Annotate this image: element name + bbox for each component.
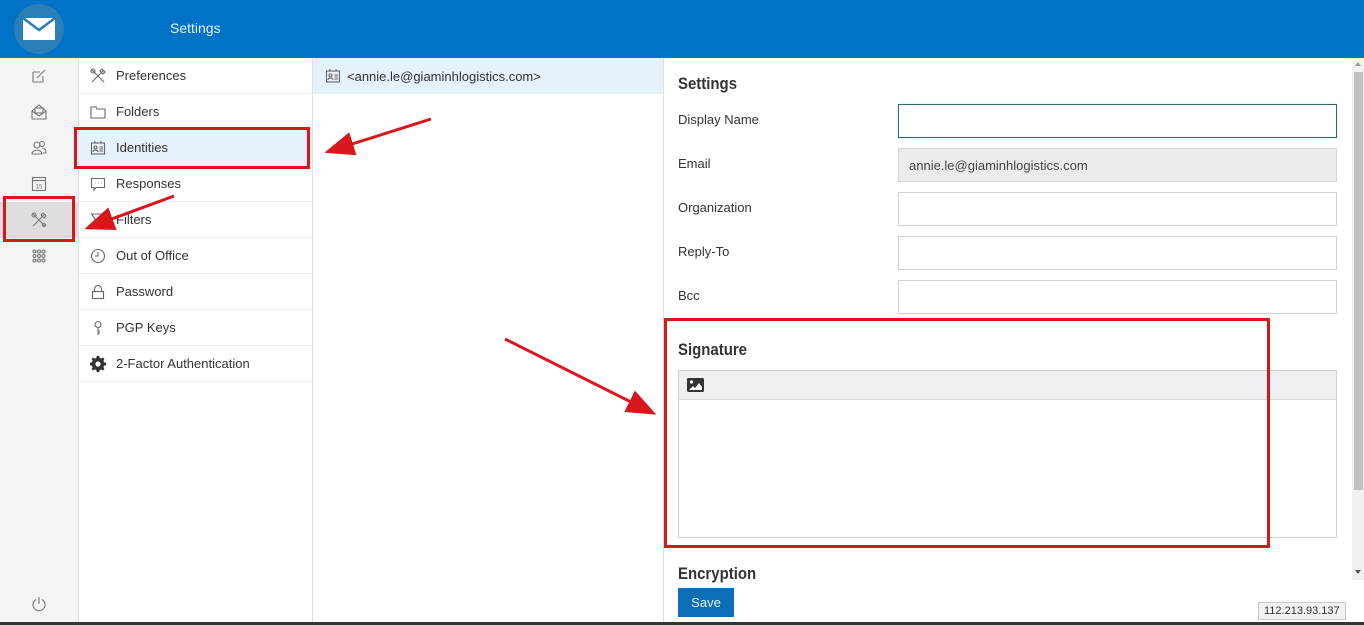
logout-button[interactable] [0,586,78,622]
form-scrollbar[interactable] [1352,58,1364,580]
display-name-label: Display Name [678,112,759,127]
svg-text:15: 15 [36,185,43,191]
app-compose-button[interactable] [0,58,78,94]
identity-label: <annie.le@giaminhlogistics.com> [347,68,541,84]
email-input[interactable] [898,148,1337,182]
calendar-icon: 15 [31,176,47,192]
nav-item-label: Password [116,284,174,299]
nav-item-preferences[interactable]: Preferences [79,58,312,94]
bcc-input[interactable] [898,280,1337,314]
key-icon [89,319,107,337]
compose-icon [32,69,46,83]
id-card-icon [89,139,107,157]
settings-section-title: Settings [678,74,738,93]
save-button[interactable]: Save [678,588,734,617]
insert-image-icon[interactable] [687,378,704,392]
signature-editor [678,370,1337,538]
filter-icon [89,211,107,229]
nav-item-label: Identities [116,140,169,155]
nav-item-2fa[interactable]: 2-Factor Authentication [79,346,312,382]
top-bar: Settings [0,0,1364,58]
app-grid-button[interactable] [0,238,78,274]
email-label: Email [678,156,711,171]
nav-item-label: PGP Keys [116,320,176,335]
nav-item-label: Responses [116,176,182,191]
scroll-thumb[interactable] [1354,72,1363,490]
app-settings-button[interactable] [0,202,78,238]
scroll-up-arrow[interactable] [1355,62,1361,66]
nav-item-label: Folders [116,104,160,119]
app-logo[interactable] [14,4,64,54]
id-card-icon [325,69,341,83]
gear-icon [89,355,107,373]
reply-to-label: Reply-To [678,244,730,259]
organization-input[interactable] [898,192,1337,226]
signature-content[interactable] [679,400,1336,537]
nav-item-pgp-keys[interactable]: PGP Keys [79,310,312,346]
ip-address-badge: 112.213.93.137 [1258,602,1346,620]
comment-icon [89,175,107,193]
tools-icon [31,212,47,228]
app-contacts-button[interactable] [0,130,78,166]
editor-toolbar [679,371,1336,400]
nav-item-filters[interactable]: Filters [79,202,312,238]
folder-icon [89,103,107,121]
nav-item-label: 2-Factor Authentication [116,356,250,371]
lock-icon [89,283,107,301]
envelope-icon [23,18,55,40]
nav-item-label: Out of Office [116,248,189,263]
contacts-icon [31,140,47,155]
app-sidebar: 15 [0,58,79,625]
nav-item-out-of-office[interactable]: Out of Office [79,238,312,274]
settings-nav: Preferences Folders Identities Responses… [79,58,313,625]
identity-item[interactable]: <annie.le@giaminhlogistics.com> [313,58,663,94]
mail-open-icon [31,104,47,120]
apps-grid-icon [32,249,46,263]
app-calendar-button[interactable]: 15 [0,166,78,202]
power-icon [32,597,46,612]
nav-item-responses[interactable]: Responses [79,166,312,202]
page-title: Settings [170,20,221,36]
display-name-input[interactable] [898,104,1337,138]
encryption-section-title: Encryption [678,564,757,583]
nav-item-folders[interactable]: Folders [79,94,312,130]
nav-item-label: Preferences [116,68,187,83]
nav-item-password[interactable]: Password [79,274,312,310]
identities-list: <annie.le@giaminhlogistics.com> [313,58,664,625]
bcc-label: Bcc [678,288,700,303]
organization-label: Organization [678,200,752,215]
signature-section-title: Signature [678,340,747,359]
identity-form: Settings Display Name Email Organization… [664,58,1352,625]
app-mail-button[interactable] [0,94,78,130]
tools-icon [89,67,107,85]
nav-item-identities[interactable]: Identities [79,130,312,166]
scroll-down-arrow[interactable] [1355,570,1361,574]
reply-to-input[interactable] [898,236,1337,270]
nav-item-label: Filters [116,212,152,227]
clock-icon [89,247,107,265]
